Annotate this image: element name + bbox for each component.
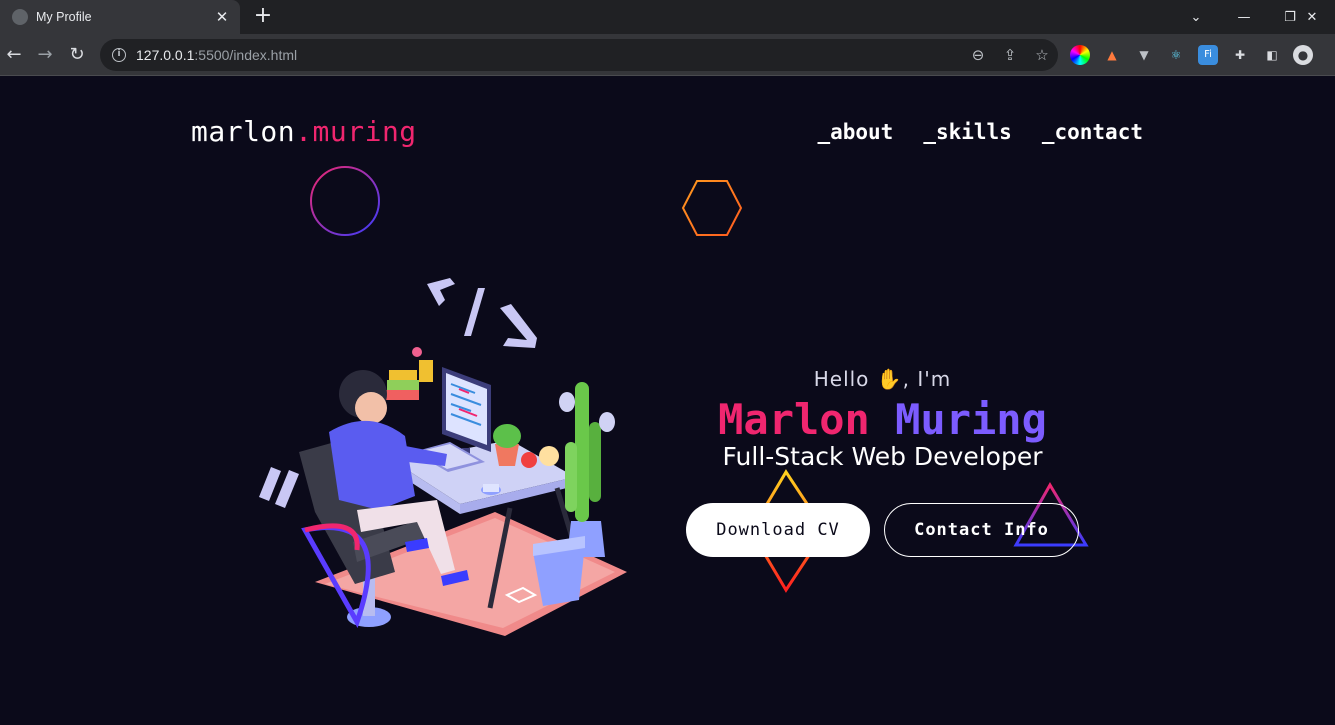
react-extension-icon[interactable]: ⚛: [1166, 45, 1186, 65]
hero-intro: Hello ✋, I'm Marlon Muring Full-Stack We…: [680, 367, 1085, 471]
address-bar[interactable]: i 127.0.0.1:5500/index.html ⊖ ⇪ ☆: [100, 39, 1058, 71]
nav-contact[interactable]: _contact: [1042, 120, 1143, 144]
tab-strip: My Profile ✕ + ⌄ — ❐ ✕: [0, 0, 1335, 34]
reload-icon: ↻: [69, 44, 85, 65]
lighthouse-extension-icon[interactable]: ▲: [1102, 45, 1122, 65]
developer-illustration: [259, 278, 627, 636]
contact-info-button[interactable]: Contact Info: [884, 503, 1079, 557]
new-tab-button[interactable]: +: [250, 3, 276, 29]
avatar-icon[interactable]: ●: [1293, 45, 1313, 65]
url-text[interactable]: 127.0.0.1:5500/index.html: [136, 47, 962, 63]
forward-button[interactable]: →: [32, 42, 58, 68]
tab-search-button[interactable]: ⌄: [1173, 0, 1219, 34]
close-icon: ✕: [1306, 9, 1318, 25]
window-close-button[interactable]: ✕: [1289, 0, 1335, 34]
logo-main-text: marlon: [191, 115, 296, 148]
share-icon[interactable]: ⇪: [994, 46, 1026, 64]
vue-extension-icon[interactable]: ▼: [1134, 45, 1154, 65]
fi-extension-icon[interactable]: Fi: [1198, 45, 1218, 65]
site-logo[interactable]: marlon.muring: [191, 115, 417, 148]
role-title: Full-Stack Web Developer: [722, 442, 1043, 471]
plus-icon: +: [253, 3, 273, 28]
reload-button[interactable]: ↻: [64, 42, 90, 68]
chevron-down-icon: ⌄: [1190, 9, 1202, 25]
hexagon-decoration: [681, 180, 743, 236]
arrow-right-icon: →: [37, 44, 53, 65]
zoom-icon[interactable]: ⊖: [962, 46, 994, 64]
nav-skills[interactable]: _skills: [923, 120, 1012, 144]
code-brackets-icon: [427, 278, 537, 348]
back-button[interactable]: ←: [1, 42, 27, 68]
arrow-left-icon: ←: [6, 44, 22, 65]
tab-title: My Profile: [36, 10, 92, 24]
hero-name: Marlon Muring: [680, 395, 1085, 444]
greeting-text: Hello ✋, I'm: [813, 367, 952, 391]
last-name: Muring: [895, 395, 1047, 444]
main-nav: _about _skills _contact: [817, 120, 1143, 144]
browser-toolbar: ← → ↻ i 127.0.0.1:5500/index.html ⊖ ⇪ ☆ …: [0, 34, 1335, 76]
nav-about[interactable]: _about: [817, 120, 893, 144]
globe-icon: [12, 9, 28, 25]
minimize-button[interactable]: —: [1221, 0, 1267, 34]
download-cv-button[interactable]: Download CV: [686, 503, 870, 557]
color-picker-extension-icon[interactable]: [1070, 45, 1090, 65]
minimize-icon: —: [1237, 9, 1251, 25]
info-icon[interactable]: i: [112, 48, 126, 62]
logo-accent-text: .muring: [295, 115, 417, 148]
star-icon[interactable]: ☆: [1026, 46, 1058, 64]
circle-decoration: [310, 166, 380, 236]
page-content: marlon.muring _about _skills _contact He…: [0, 77, 1335, 725]
close-icon[interactable]: ✕: [210, 8, 234, 26]
first-name: Marlon: [718, 395, 870, 444]
puzzle-icon[interactable]: ✚: [1230, 45, 1250, 65]
active-tab[interactable]: My Profile ✕: [0, 0, 240, 34]
side-panel-icon[interactable]: ◧: [1262, 45, 1282, 65]
